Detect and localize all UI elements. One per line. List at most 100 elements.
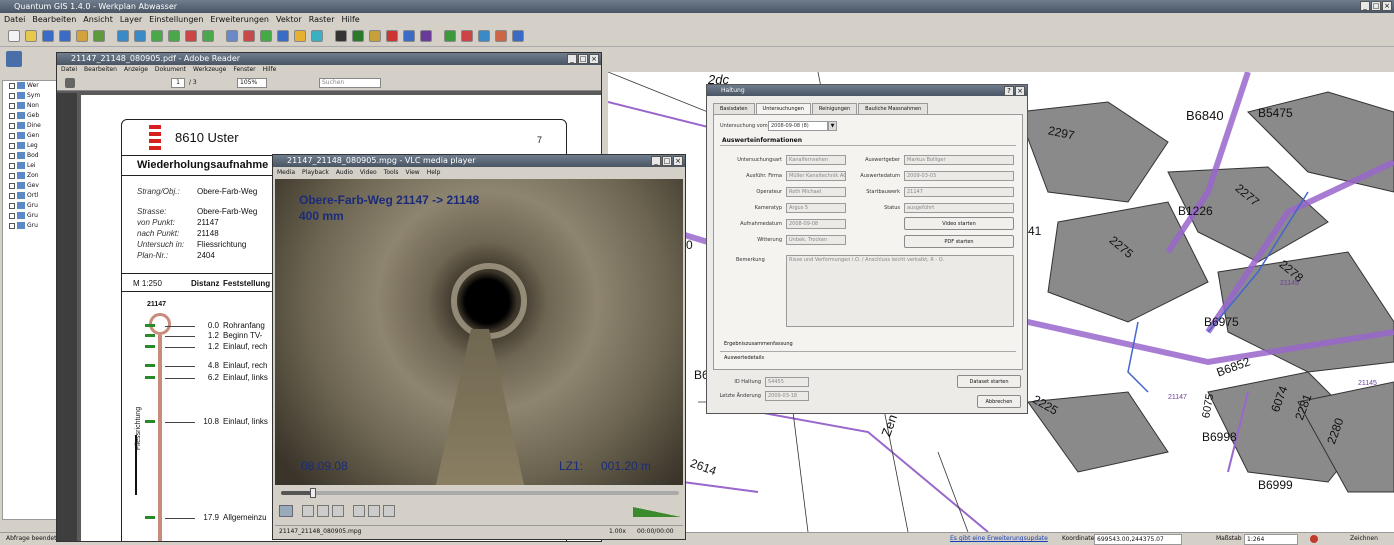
scale-field[interactable]: 1:264 <box>1244 534 1298 545</box>
field-value[interactable]: Kanalfernsehen <box>786 155 846 165</box>
menu-item[interactable]: View <box>405 169 419 176</box>
dialog-tab[interactable]: Bauliche Massnahmen <box>858 103 929 114</box>
layer-item[interactable]: Gru <box>3 211 57 221</box>
menu-item[interactable]: Einstellungen <box>149 15 203 24</box>
checkbox-icon[interactable] <box>9 182 15 189</box>
toolbar-tool-icon[interactable] <box>185 30 197 42</box>
menu-item[interactable]: Werkzeuge <box>193 66 226 73</box>
field-value[interactable]: 2009-03-03 <box>904 171 1014 181</box>
checkbox-icon[interactable] <box>9 152 15 159</box>
field-value[interactable]: Markus Bolliger <box>904 155 1014 165</box>
layer-item[interactable]: Sym <box>3 91 57 101</box>
search-field[interactable]: Suchen <box>319 78 381 88</box>
page-field[interactable]: 1 <box>171 78 185 88</box>
toolbar-tool-icon[interactable] <box>59 30 71 42</box>
details-section[interactable]: Auswertedetails <box>724 353 764 363</box>
toolbar-tool-icon[interactable] <box>134 30 146 42</box>
field-value[interactable]: Müller Kanaltechnik AG <box>786 171 846 181</box>
coordinate-field[interactable]: 699543.00,244375.07 <box>1094 534 1182 545</box>
map-tool-icon[interactable] <box>6 51 22 67</box>
video-start-button[interactable]: Video starten <box>904 217 1014 230</box>
menu-item[interactable]: Audio <box>336 169 353 176</box>
play-icon[interactable] <box>279 505 293 517</box>
field-value[interactable]: ausgeführt <box>904 203 1014 213</box>
layer-item[interactable]: Dine <box>3 121 57 131</box>
toolbar-tool-icon[interactable] <box>444 30 456 42</box>
toolbar-tool-icon[interactable] <box>512 30 524 42</box>
layer-item[interactable]: Geb <box>3 111 57 121</box>
menu-item[interactable]: Ansicht <box>83 15 113 24</box>
render-label[interactable]: Zeichnen <box>1350 533 1378 545</box>
close-icon[interactable]: × <box>673 156 683 166</box>
menu-item[interactable]: Vektor <box>276 15 302 24</box>
field-value[interactable]: Roth Michael <box>786 187 846 197</box>
layer-item[interactable]: Wer <box>3 81 57 91</box>
menu-item[interactable]: Media <box>277 169 295 176</box>
toolbar-tool-icon[interactable] <box>202 30 214 42</box>
layer-item[interactable]: Zon <box>3 171 57 181</box>
minimize-icon[interactable]: _ <box>567 54 577 64</box>
toolbar-tool-icon[interactable] <box>260 30 272 42</box>
minimize-icon[interactable]: _ <box>651 156 661 166</box>
checkbox-icon[interactable] <box>9 82 15 89</box>
exam-select[interactable]: 2008-09-08 (8) <box>768 121 828 131</box>
menu-item[interactable]: Erweiterungen <box>210 15 269 24</box>
toolbar-tool-icon[interactable] <box>76 30 88 42</box>
cancel-button[interactable]: Abbrechen <box>977 395 1021 408</box>
render-icon[interactable] <box>1310 535 1318 543</box>
extended-icon[interactable] <box>383 505 395 517</box>
menu-item[interactable]: Datei <box>4 15 25 24</box>
toolbar-tool-icon[interactable] <box>369 30 381 42</box>
field-value[interactable]: Argus 5 <box>786 203 846 213</box>
volume-slider[interactable] <box>633 507 681 517</box>
layer-item[interactable]: Lei <box>3 161 57 171</box>
close-icon[interactable]: × <box>589 54 599 64</box>
pdf-start-button[interactable]: PDF starten <box>904 235 1014 248</box>
menu-item[interactable]: Hilfe <box>342 15 360 24</box>
menu-item[interactable]: Bearbeiten <box>84 66 117 73</box>
checkbox-icon[interactable] <box>9 172 15 179</box>
toolbar-tool-icon[interactable] <box>243 30 255 42</box>
checkbox-icon[interactable] <box>9 202 15 209</box>
layer-item[interactable]: Gen <box>3 131 57 141</box>
toolbar-tool-icon[interactable] <box>294 30 306 42</box>
toolbar-tool-icon[interactable] <box>117 30 129 42</box>
toolbar-tool-icon[interactable] <box>277 30 289 42</box>
save-button[interactable]: Dataset starten <box>957 375 1021 388</box>
field-value[interactable]: 2008-09-08 <box>786 219 846 229</box>
toolbar-tool-icon[interactable] <box>403 30 415 42</box>
close-icon[interactable]: × <box>1382 1 1392 11</box>
layer-item[interactable]: Gev <box>3 181 57 191</box>
toolbar-tool-icon[interactable] <box>335 30 347 42</box>
checkbox-icon[interactable] <box>9 192 15 199</box>
layer-item[interactable]: Ortl <box>3 191 57 201</box>
video-frame[interactable]: Obere-Farb-Weg 21147 -> 21148 400 mm 08.… <box>275 179 683 485</box>
menu-item[interactable]: Anzeige <box>124 66 148 73</box>
menu-item[interactable]: Dokument <box>155 66 186 73</box>
checkbox-icon[interactable] <box>9 162 15 169</box>
checkbox-icon[interactable] <box>9 92 15 99</box>
toolbar-tool-icon[interactable] <box>168 30 180 42</box>
menu-item[interactable]: Bearbeiten <box>32 15 76 24</box>
checkbox-icon[interactable] <box>9 112 15 119</box>
menu-item[interactable]: Fenster <box>233 66 255 73</box>
summary-section[interactable]: Ergebniszusammenfassung <box>724 339 793 349</box>
dialog-tab[interactable]: Reinigungen <box>811 103 858 114</box>
toolbar-tool-icon[interactable] <box>420 30 432 42</box>
seek-bar[interactable] <box>281 488 679 498</box>
toolbar-tool-icon[interactable] <box>478 30 490 42</box>
maximize-icon[interactable]: □ <box>1371 1 1381 11</box>
checkbox-icon[interactable] <box>9 222 15 229</box>
menu-item[interactable]: Layer <box>120 15 142 24</box>
checkbox-icon[interactable] <box>9 212 15 219</box>
dialog-tab[interactable]: Untersuchungen <box>755 103 811 114</box>
close-icon[interactable]: × <box>1015 86 1025 96</box>
toolbar-tool-icon[interactable] <box>151 30 163 42</box>
menu-item[interactable]: Help <box>427 169 441 176</box>
menu-item[interactable]: Video <box>360 169 377 176</box>
layer-item[interactable]: Gru <box>3 201 57 211</box>
toolbar-tool-icon[interactable] <box>42 30 54 42</box>
toolbar-tool-icon[interactable] <box>25 30 37 42</box>
maximize-icon[interactable]: □ <box>578 54 588 64</box>
checkbox-icon[interactable] <box>9 142 15 149</box>
